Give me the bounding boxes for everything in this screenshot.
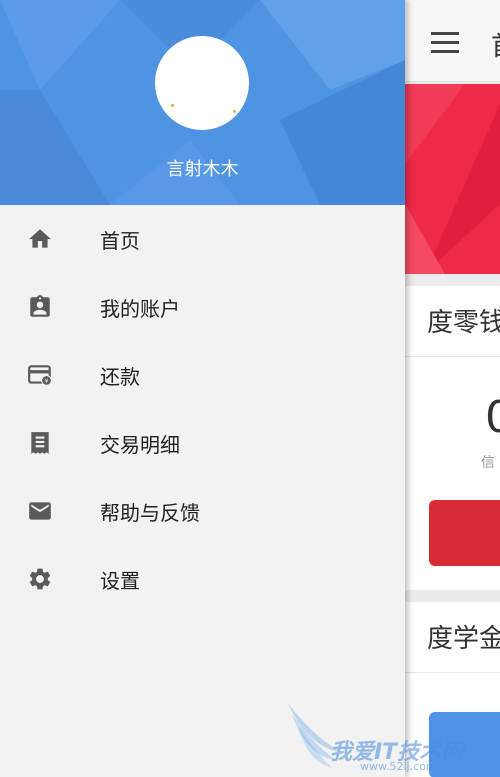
app-toolbar: 首 xyxy=(405,0,500,82)
watermark-url: www.52ij.com xyxy=(360,760,437,773)
menu-item-label: 还款 xyxy=(100,364,140,389)
app-title: 首 xyxy=(491,26,500,63)
app-home-screen: 首 度零钱 0 信 度学金 xyxy=(405,0,500,777)
user-avatar[interactable] xyxy=(155,36,249,130)
menu-item-label: 首页 xyxy=(100,228,140,253)
drawer-header: 言射木木 xyxy=(0,0,405,205)
loan-card-title: 度零钱 xyxy=(427,308,500,338)
loan-card: 度零钱 0 信 xyxy=(405,286,500,590)
menu-item-label: 设置 xyxy=(100,568,140,593)
menu-item-transactions[interactable]: 交易明细 xyxy=(0,409,405,477)
hamburger-menu-icon[interactable] xyxy=(431,32,459,54)
home-icon xyxy=(27,226,53,252)
gear-icon xyxy=(27,566,53,592)
menu-item-home[interactable]: 首页 xyxy=(0,205,405,273)
menu-item-repayment[interactable]: ¥ 还款 xyxy=(0,341,405,409)
menu-item-help-feedback[interactable]: 帮助与反馈 xyxy=(0,477,405,545)
receipt-icon xyxy=(27,430,53,456)
promo-banner[interactable] xyxy=(405,84,500,274)
menu-item-settings[interactable]: 设置 xyxy=(0,545,405,613)
drawer-menu: 首页 我的账户 ¥ 还款 交易明细 帮助与反馈 设置 xyxy=(0,205,405,613)
watermark: 我爱IT技术网 www.52ij.com xyxy=(282,700,500,777)
student-loan-card-title: 度学金 xyxy=(427,624,500,654)
svg-text:¥: ¥ xyxy=(44,377,48,385)
loan-card-value: 0 xyxy=(485,392,500,443)
loan-card-subtext: 信 xyxy=(481,455,495,471)
menu-item-label: 帮助与反馈 xyxy=(100,500,200,525)
mail-icon xyxy=(27,498,53,524)
menu-item-label: 我的账户 xyxy=(100,296,180,321)
username: 言射木木 xyxy=(166,159,239,180)
repayment-card-icon: ¥ xyxy=(27,362,53,388)
navigation-drawer: 言射木木 首页 我的账户 ¥ 还款 交易明细 帮助与反馈 设置 xyxy=(0,0,405,777)
loan-card-button[interactable] xyxy=(429,500,500,566)
menu-item-label: 交易明细 xyxy=(100,432,180,457)
account-badge-icon xyxy=(27,294,53,320)
menu-item-my-account[interactable]: 我的账户 xyxy=(0,273,405,341)
